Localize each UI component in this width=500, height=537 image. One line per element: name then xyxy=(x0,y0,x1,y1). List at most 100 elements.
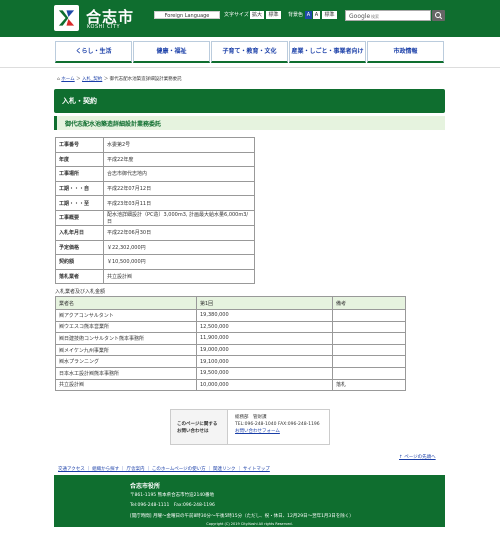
city-subname: KOSHI CITY xyxy=(87,24,121,30)
google-label: Google xyxy=(349,13,371,20)
company-name: 共立設計㈱ xyxy=(55,378,197,392)
row-value: 平成22年度 xyxy=(103,151,255,168)
table-row: 契約額 ￥10,500,000円 xyxy=(55,254,255,270)
global-nav: くらし・生活 健康・福祉 子育て・教育・文化 産業・しごと・事業者向け 市政情報 xyxy=(0,39,500,68)
footer-tel: Tel:096-248-1111 Fax:096-248-1196 xyxy=(130,503,215,508)
breadcrumb: ⌂ ホーム ＞ 入札_契約 ＞ 御代志配水池築造詳細設計業務委託 xyxy=(57,76,182,82)
table-row: 入札年月日 平成22年06月30日 xyxy=(55,224,255,241)
nav-item-childcare[interactable]: 子育て・教育・文化 xyxy=(211,41,288,63)
breadcrumb-separator: ＞ xyxy=(76,77,81,82)
footer-hours: [開庁時間] 月曜〜金曜日の午前8時30分〜午後5時15分（ただし、祝・休日、1… xyxy=(130,514,354,519)
table-header-row: 業者名 第1回 備考 xyxy=(55,296,406,310)
foreign-language-button[interactable]: Foreign Language xyxy=(154,11,220,19)
table-row: 工事場所 合志市御代志地内 xyxy=(55,166,255,182)
company-name: 日本水工設計㈱熊本事務所 xyxy=(55,366,197,380)
background-standard-button[interactable]: 標準 xyxy=(322,11,337,19)
row-key: 入札年月日 xyxy=(55,224,104,241)
bid-amount: 19,380,000 xyxy=(196,309,333,322)
row-value: 平成22年07月12日 xyxy=(103,180,255,197)
row-key: 契約額 xyxy=(55,254,104,270)
row-key: 落札業者 xyxy=(55,268,104,285)
row-value: 平成23年03月11日 xyxy=(103,195,255,211)
bid-note xyxy=(332,355,406,368)
column-header-company: 業者名 xyxy=(55,296,197,310)
table-row: 工期・・・至 平成23年03月11日 xyxy=(55,195,255,211)
bid-note xyxy=(332,343,406,357)
contact-label-cell: このページに関する お問い合わせは xyxy=(171,410,228,444)
search-button[interactable] xyxy=(432,10,445,21)
row-key: 工事概要 xyxy=(55,209,104,226)
row-key: 予定価格 xyxy=(55,239,104,256)
background-color-label: 背景色 xyxy=(288,12,304,18)
row-key: 工期・・・至 xyxy=(55,195,104,211)
font-size-label: 文字サイズ xyxy=(224,12,249,18)
row-value: 共立設計㈱ xyxy=(103,268,255,285)
bid-note xyxy=(332,320,406,334)
row-value: ￥22,302,000円 xyxy=(103,239,255,256)
row-value: 合志市御代志地内 xyxy=(103,166,255,182)
bid-amount: 12,500,000 xyxy=(196,320,333,334)
table-row: 工事概要 配水池詳細設計（PC造）3,000m3, 計画最大給水量6,000m3/… xyxy=(55,209,255,226)
city-emblem-icon xyxy=(58,10,75,26)
table-row: 年度 平成22年度 xyxy=(55,151,255,168)
table-row: 落札業者 共立設計㈱ xyxy=(55,268,255,285)
contract-info-table: 工事番号 水委第2号 年度 平成22年度 工事場所 合志市御代志地内 工期・・・自 平成… xyxy=(55,137,255,285)
back-to-top-link[interactable]: ↑ ページの先頭へ xyxy=(399,454,436,460)
search-placeholder: 検索 xyxy=(371,14,379,19)
bid-table-caption: 入札業者及び入札金額 xyxy=(55,289,106,295)
breadcrumb-separator: ＞ xyxy=(103,77,109,82)
breadcrumb-home[interactable]: ホーム xyxy=(61,77,74,82)
nav-item-health[interactable]: 健康・福祉 xyxy=(133,41,210,63)
contact-form-link[interactable]: お問い合わせフォーム xyxy=(235,428,320,435)
nav-item-living[interactable]: くらし・生活 xyxy=(55,41,132,63)
contact-details: 総務部 管財課 TEL:096-248-1040 FAX:096-248-119… xyxy=(235,414,320,435)
contact-box: このページに関する お問い合わせは 総務部 管財課 TEL:096-248-10… xyxy=(170,409,330,445)
company-name: ㈱水プランニング xyxy=(55,355,197,368)
bid-amount: 11,900,000 xyxy=(196,332,333,345)
row-key: 工事場所 xyxy=(55,166,104,182)
contact-label: このページに関する お問い合わせは xyxy=(177,421,217,435)
category-title: 入札・契約 xyxy=(62,97,97,105)
table-row: 共立設計㈱ 10,000,000 落札 xyxy=(55,378,406,392)
contact-label-line1: このページに関する xyxy=(177,422,218,427)
row-key: 年度 xyxy=(55,151,104,168)
contact-label-line2: お問い合わせは xyxy=(177,429,209,434)
page-title: 御代志配水池築造詳細設計業務委託 xyxy=(65,121,162,128)
font-size-enlarge-button[interactable]: 拡大 xyxy=(250,11,264,19)
bid-amount: 19,100,000 xyxy=(196,355,333,368)
company-name: ㈱ウエスコ熊本営業所 xyxy=(55,320,197,334)
font-size-standard-button[interactable]: 標準 xyxy=(266,11,281,19)
page-title-bar: 御代志配水池築造詳細設計業務委託 xyxy=(54,116,445,130)
footer-links[interactable]: 交通アクセス ｜ 組織から探す ｜ 庁舎案内 ｜ このホームページの使い方 ｜ … xyxy=(58,466,270,472)
company-name: ㈱メイケン九州事業所 xyxy=(55,343,197,357)
row-value: 配水池詳細設計（PC造）3,000m3, 計画最大給水量6,000m3/日 xyxy=(103,209,255,226)
bid-results-table: 業者名 第1回 備考 ㈱アクアコンサルタント 19,380,000 ㈱ウエスコ熊本… xyxy=(55,296,406,392)
breadcrumb-current: 御代志配水池築造詳細設計業務委託 xyxy=(109,77,182,82)
table-row: 予定価格 ￥22,302,000円 xyxy=(55,239,255,256)
search-input[interactable]: Google 検索 xyxy=(345,10,431,21)
column-header-note: 備考 xyxy=(332,296,406,310)
table-row: 日本水工設計㈱熊本事務所 19,500,000 xyxy=(55,366,406,380)
row-value: 平成22年06月30日 xyxy=(103,224,255,241)
row-value: ￥10,500,000円 xyxy=(103,254,255,270)
nav-item-city-info[interactable]: 市政情報 xyxy=(367,41,444,63)
bid-amount: 19,500,000 xyxy=(196,366,333,380)
bid-amount: 19,000,000 xyxy=(196,343,333,357)
footer-office-name: 合志市役所 xyxy=(130,483,161,490)
home-icon: ⌂ xyxy=(57,77,60,82)
background-white-button[interactable]: A xyxy=(313,11,320,19)
bid-amount: 10,000,000 xyxy=(196,378,333,392)
category-title-bar: 入札・契約 xyxy=(54,89,445,113)
bid-note: 落札 xyxy=(332,378,406,392)
city-logo[interactable] xyxy=(54,5,79,31)
row-key: 工事番号 xyxy=(55,137,104,153)
nav-item-industry[interactable]: 産業・しごと・事業者向け xyxy=(289,41,366,63)
bid-note xyxy=(332,309,406,322)
site-footer: 合志市役所 〒861-1195 熊本県合志市竹迫2140番地 Tel:096-2… xyxy=(54,475,445,527)
background-blue-button[interactable]: A xyxy=(305,11,312,19)
table-row: ㈱日建技術コンサルタント熊本事務所 11,900,000 xyxy=(55,332,406,345)
table-row: ㈱ウエスコ熊本営業所 12,500,000 xyxy=(55,320,406,334)
breadcrumb-bidding[interactable]: 入札_契約 xyxy=(82,77,102,82)
column-header-round1: 第1回 xyxy=(196,296,333,310)
company-name: ㈱日建技術コンサルタント熊本事務所 xyxy=(55,332,197,345)
